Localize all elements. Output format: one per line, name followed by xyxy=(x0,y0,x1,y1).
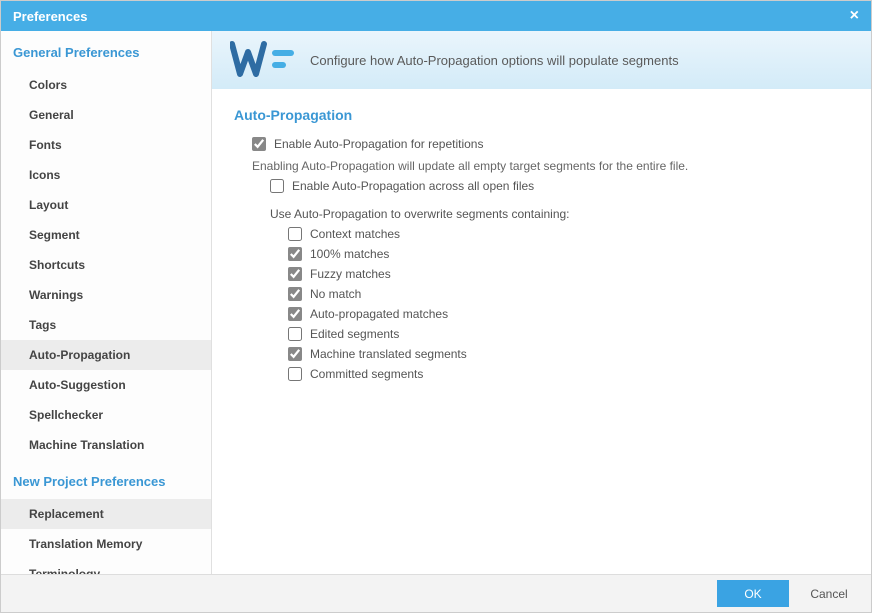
overwrite-heading: Use Auto-Propagation to overwrite segmen… xyxy=(270,207,849,221)
helper-text: Enabling Auto-Propagation will update al… xyxy=(252,159,849,173)
overwrite-option-row[interactable]: Auto-propagated matches xyxy=(288,307,849,321)
overwrite-option-row[interactable]: Committed segments xyxy=(288,367,849,381)
banner-description: Configure how Auto-Propagation options w… xyxy=(310,53,679,68)
overwrite-option-label: 100% matches xyxy=(310,247,389,261)
enable-autoprop-checkbox[interactable] xyxy=(252,137,266,151)
sidebar-item-segment[interactable]: Segment xyxy=(1,220,211,250)
sidebar-item-icons[interactable]: Icons xyxy=(1,160,211,190)
overwrite-option-label: Committed segments xyxy=(310,367,423,381)
sidebar-item-translation-memory[interactable]: Translation Memory xyxy=(1,529,211,559)
overwrite-option-checkbox[interactable] xyxy=(288,307,302,321)
overwrite-option-row[interactable]: 100% matches xyxy=(288,247,849,261)
overwrite-option-checkbox[interactable] xyxy=(288,347,302,361)
sidebar-item-auto-propagation[interactable]: Auto-Propagation xyxy=(1,340,211,370)
overwrite-option-checkbox[interactable] xyxy=(288,247,302,261)
sidebar-group-header: New Project Preferences xyxy=(1,460,211,499)
overwrite-option-checkbox[interactable] xyxy=(288,267,302,281)
sidebar-item-spellchecker[interactable]: Spellchecker xyxy=(1,400,211,430)
main-panel: Configure how Auto-Propagation options w… xyxy=(212,31,871,574)
window-body: General PreferencesColorsGeneralFontsIco… xyxy=(1,31,871,574)
close-icon[interactable]: × xyxy=(850,7,859,25)
overwrite-option-checkbox[interactable] xyxy=(288,227,302,241)
overwrite-option-row[interactable]: Machine translated segments xyxy=(288,347,849,361)
enable-autoprop-label: Enable Auto-Propagation for repetitions xyxy=(274,137,483,151)
overwrite-option-row[interactable]: Context matches xyxy=(288,227,849,241)
ok-button[interactable]: OK xyxy=(717,580,789,607)
app-logo-icon xyxy=(230,40,298,80)
sidebar-item-colors[interactable]: Colors xyxy=(1,70,211,100)
overwrite-option-label: Machine translated segments xyxy=(310,347,467,361)
across-files-checkbox[interactable] xyxy=(270,179,284,193)
footer: OK Cancel xyxy=(1,574,871,612)
cancel-button[interactable]: Cancel xyxy=(793,580,865,607)
window-title: Preferences xyxy=(13,9,87,24)
sidebar-item-tags[interactable]: Tags xyxy=(1,310,211,340)
titlebar: Preferences × xyxy=(1,1,871,31)
content-area: Auto-Propagation Enable Auto-Propagation… xyxy=(212,89,871,405)
overwrite-options: Context matches 100% matches Fuzzy matches… xyxy=(234,227,849,381)
sidebar[interactable]: General PreferencesColorsGeneralFontsIco… xyxy=(1,31,212,574)
overwrite-option-row[interactable]: No match xyxy=(288,287,849,301)
overwrite-option-label: Fuzzy matches xyxy=(310,267,391,281)
overwrite-option-checkbox[interactable] xyxy=(288,287,302,301)
sidebar-item-fonts[interactable]: Fonts xyxy=(1,130,211,160)
sidebar-item-layout[interactable]: Layout xyxy=(1,190,211,220)
overwrite-option-checkbox[interactable] xyxy=(288,327,302,341)
sidebar-group-header: General Preferences xyxy=(1,31,211,70)
overwrite-option-row[interactable]: Edited segments xyxy=(288,327,849,341)
sidebar-item-replacement[interactable]: Replacement xyxy=(1,499,211,529)
across-files-row[interactable]: Enable Auto-Propagation across all open … xyxy=(270,179,849,193)
overwrite-option-label: Auto-propagated matches xyxy=(310,307,448,321)
sidebar-item-general[interactable]: General xyxy=(1,100,211,130)
sidebar-item-terminology[interactable]: Terminology xyxy=(1,559,211,574)
overwrite-option-label: No match xyxy=(310,287,361,301)
overwrite-option-row[interactable]: Fuzzy matches xyxy=(288,267,849,281)
sidebar-item-warnings[interactable]: Warnings xyxy=(1,280,211,310)
overwrite-option-checkbox[interactable] xyxy=(288,367,302,381)
sidebar-item-shortcuts[interactable]: Shortcuts xyxy=(1,250,211,280)
section-title: Auto-Propagation xyxy=(234,107,849,123)
overwrite-option-label: Edited segments xyxy=(310,327,399,341)
overwrite-option-label: Context matches xyxy=(310,227,400,241)
enable-autoprop-row[interactable]: Enable Auto-Propagation for repetitions xyxy=(252,137,849,151)
banner: Configure how Auto-Propagation options w… xyxy=(212,31,871,89)
sidebar-item-machine-translation[interactable]: Machine Translation xyxy=(1,430,211,460)
preferences-window: Preferences × General PreferencesColorsG… xyxy=(0,0,872,613)
sidebar-item-auto-suggestion[interactable]: Auto-Suggestion xyxy=(1,370,211,400)
across-files-label: Enable Auto-Propagation across all open … xyxy=(292,179,534,193)
